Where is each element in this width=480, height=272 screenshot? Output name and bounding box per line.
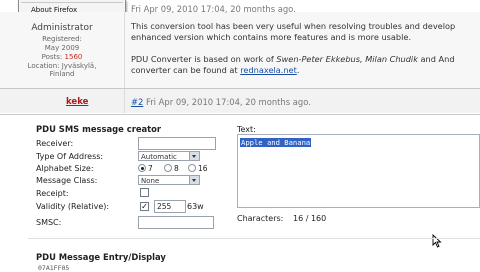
line4-pre: converter can be found at [131, 65, 241, 75]
post-header: #2 Fri Apr 09, 2010 17:04, 20 months ago… [131, 97, 311, 107]
chevron-down-icon [189, 152, 199, 160]
post-author-box: Administrator Registered: May 2009 Posts… [0, 12, 125, 88]
author-name: Administrator [31, 23, 93, 33]
forum-post-1: Administrator Registered: May 2009 Posts… [0, 4, 480, 88]
receipt-checkbox[interactable] [140, 188, 149, 197]
pdu-creator-title: PDU SMS message creator [36, 124, 162, 134]
validity-label: Validity (Relative): [36, 202, 110, 211]
location: Location: Jyväskylä, [27, 62, 97, 70]
validity-unit: 63w [187, 202, 204, 211]
post-line-4: converter can be found at rednaxela.net. [131, 65, 299, 75]
post-author-box: keke [0, 89, 125, 113]
registered-date: May 2009 [44, 44, 80, 52]
pdu-tool: PDU SMS message creator Receiver: Type O… [28, 116, 480, 272]
posts-count: Posts: 1560 [0, 53, 124, 61]
posts-count-link[interactable]: 1560 [65, 53, 83, 61]
receipt-label: Receipt: [36, 189, 69, 198]
chevron-down-icon [189, 176, 199, 184]
alphabet-16-label: 16 [198, 164, 208, 173]
alphabet-7-label: 7 [148, 164, 153, 173]
validity-input[interactable]: 255 [154, 200, 186, 213]
line3-names: Swen-Peter Ekkebus, Milan Chudik [276, 54, 418, 64]
post-divider [0, 114, 480, 115]
message-class-label: Message Class: [36, 176, 98, 185]
message-text-area[interactable]: Apple and Banana [237, 134, 480, 208]
text-label: Text: [237, 125, 256, 134]
line4-post: . [296, 65, 300, 75]
menu-separator [21, 2, 123, 3]
author-name-link[interactable]: keke [66, 97, 88, 107]
selected-text: Apple and Banana [240, 138, 312, 147]
alphabet-8-radio[interactable] [164, 164, 172, 172]
country: Finland [49, 70, 75, 78]
post-line-2: enhanced version which contains more fea… [131, 32, 412, 42]
section-divider [28, 238, 480, 239]
type-of-address-value: Automatic [141, 153, 177, 161]
message-class-value: None [141, 177, 160, 185]
alphabet-7-radio[interactable] [138, 164, 146, 172]
post-number-link[interactable]: #2 [131, 97, 143, 107]
receiver-input[interactable] [138, 137, 216, 150]
message-class-select[interactable]: None [138, 175, 200, 185]
post-header: Fri Apr 09, 2010 17:04, 20 months ago. [131, 4, 296, 14]
validity-checkbox[interactable]: ✓ [140, 202, 149, 211]
post-line-3: PDU Converter is based on work of Swen-P… [131, 54, 455, 64]
characters-count: 16 / 160 [293, 214, 327, 223]
forum-post-2: keke #2 Fri Apr 09, 2010 17:04, 20 month… [0, 89, 480, 113]
receiver-label: Receiver: [36, 139, 74, 148]
rednaxela-link[interactable]: rednaxela.net [240, 65, 297, 75]
alphabet-16-radio[interactable] [188, 164, 196, 172]
pdu-entry-value[interactable]: 07A1FF05 [38, 264, 69, 272]
post-line-1: This conversion tool has been very usefu… [131, 21, 456, 31]
line3-post: and And [417, 54, 455, 64]
type-of-address-label: Type Of Address: [36, 152, 104, 161]
posts-label: Posts: [41, 53, 63, 61]
alphabet-size-label: Alphabet Size: [36, 164, 94, 173]
type-of-address-select[interactable]: Automatic [138, 151, 200, 161]
characters-label: Characters: [237, 214, 284, 223]
post-date: Fri Apr 09, 2010 17:04, 20 months ago. [146, 97, 311, 107]
alphabet-8-label: 8 [174, 164, 179, 173]
smsc-label: SMSC: [36, 218, 62, 227]
pdu-entry-title: PDU Message Entry/Display [36, 252, 166, 262]
smsc-input[interactable] [138, 216, 214, 229]
line3-pre: PDU Converter is based on work of [131, 54, 277, 64]
registered-label: Registered: [42, 35, 82, 43]
mouse-pointer-icon [432, 234, 442, 248]
